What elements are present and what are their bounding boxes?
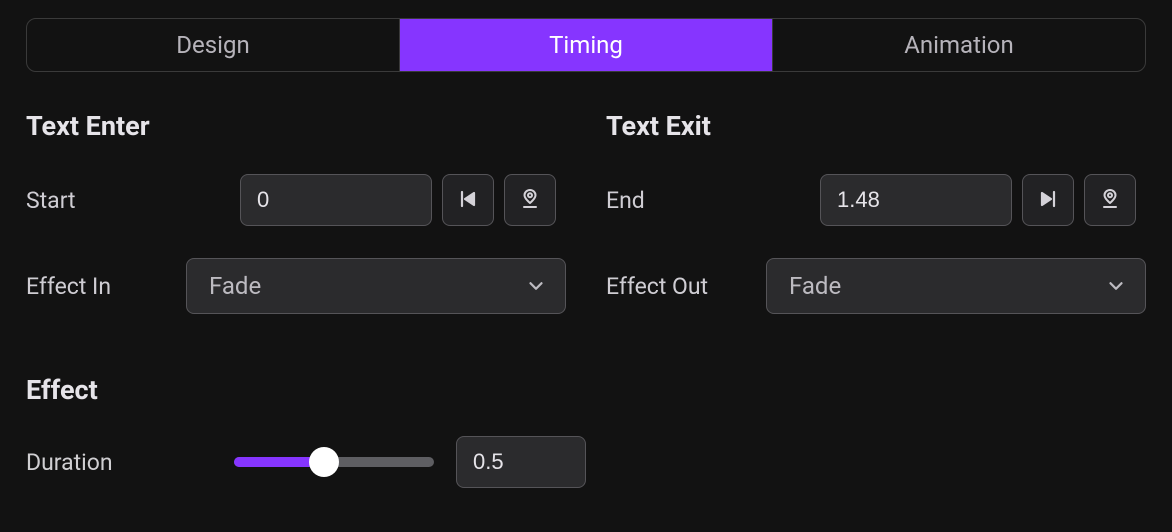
effect-in-select[interactable]: Fade [186,258,566,314]
marker-pin-icon [1098,187,1122,214]
chevron-down-icon [1105,275,1127,297]
effect-in-value: Fade [209,272,261,300]
set-start-marker-button[interactable] [504,174,556,226]
tab-animation[interactable]: Animation [772,19,1145,71]
duration-slider[interactable] [234,446,434,478]
chevron-down-icon [525,275,547,297]
effect-section: Effect Duration [26,374,1146,488]
text-enter-title: Text Enter [26,110,566,142]
effect-title: Effect [26,374,1146,406]
skip-to-end-button[interactable] [1022,174,1074,226]
slider-thumb[interactable] [309,447,339,477]
tabs: Design Timing Animation [26,18,1146,72]
duration-input[interactable] [456,436,586,488]
set-end-marker-button[interactable] [1084,174,1136,226]
effect-in-label: Effect In [26,273,176,300]
text-exit-title: Text Exit [606,110,1146,142]
skip-to-start-button[interactable] [442,174,494,226]
skip-previous-icon [456,187,480,214]
start-input[interactable] [240,174,432,226]
duration-label: Duration [26,449,212,476]
end-label: End [606,187,806,214]
start-label: Start [26,187,186,214]
marker-pin-icon [518,187,542,214]
tab-timing[interactable]: Timing [399,19,772,71]
text-exit-section: Text Exit End [606,110,1146,344]
end-input[interactable] [820,174,1012,226]
text-enter-section: Text Enter Start [26,110,566,344]
effect-out-value: Fade [789,272,841,300]
effect-out-label: Effect Out [606,273,756,300]
effect-out-select[interactable]: Fade [766,258,1146,314]
tab-design[interactable]: Design [27,19,399,71]
skip-next-icon [1036,187,1060,214]
